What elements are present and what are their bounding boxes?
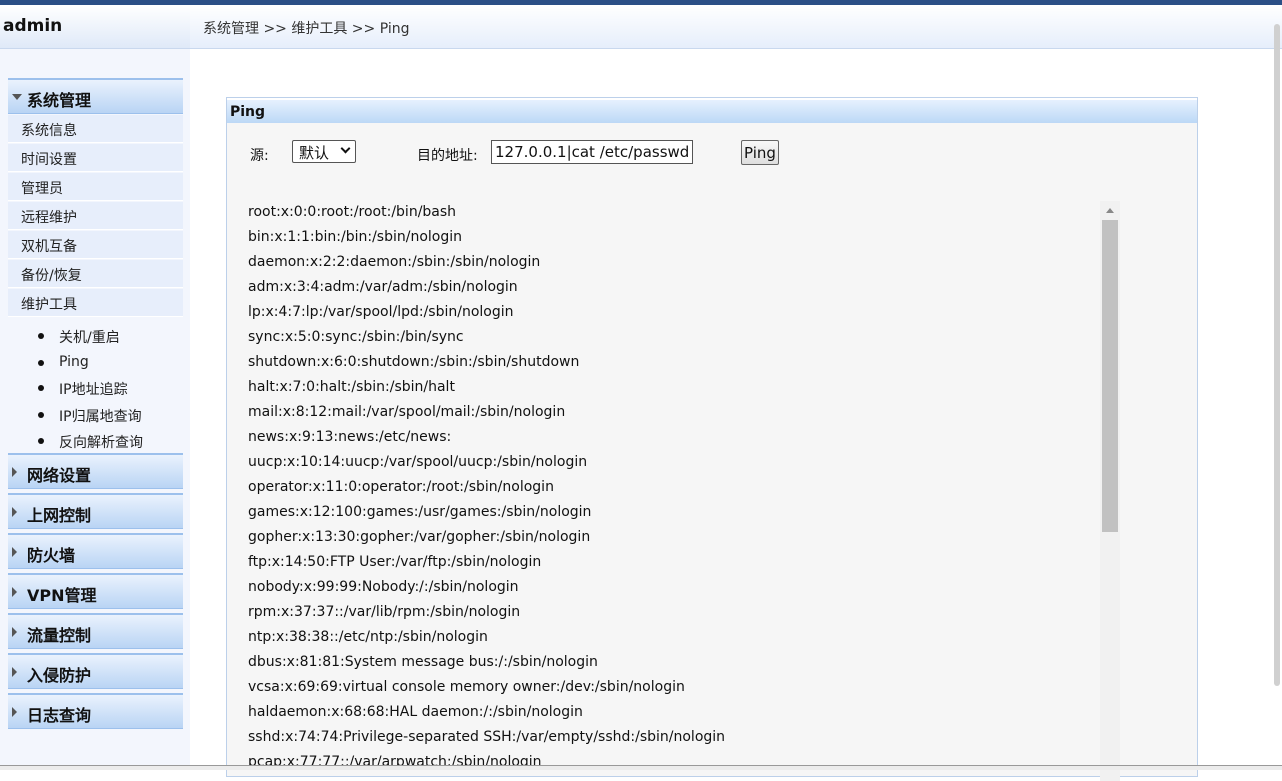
sidebar-item-backup[interactable]: 备份/恢复 — [8, 260, 183, 288]
sidebar-group-label: 系统管理 — [27, 91, 92, 110]
ping-output: root:x:0:0:root:/root:/bin/bash bin:x:1:1… — [248, 201, 1100, 781]
sidebar-item-time[interactable]: 时间设置 — [8, 144, 183, 172]
output-line: shutdown:x:6:0:shutdown:/sbin:/sbin/shut… — [248, 354, 580, 370]
sidebar-item-label: 系统信息 — [21, 123, 77, 139]
output-line: root:x:0:0:root:/root:/bin/bash — [248, 204, 457, 220]
sidebar-group-label: 日志查询 — [27, 706, 92, 725]
page-scrollbar[interactable] — [1274, 24, 1280, 686]
sidebar-subitem-label: IP地址追踪 — [59, 382, 128, 398]
output-line: ntp:x:38:38::/etc/ntp:/sbin/nologin — [248, 629, 488, 645]
scroll-thumb[interactable] — [1102, 220, 1118, 532]
caret-right-icon — [12, 707, 17, 717]
output-line: uucp:x:10:14:uucp:/var/spool/uucp:/sbin/… — [248, 454, 588, 470]
sidebar-item-label: 维护工具 — [21, 297, 77, 313]
caret-down-icon — [12, 94, 22, 100]
sidebar-group-firewall[interactable]: 防火墙 — [8, 533, 183, 569]
destination-input[interactable] — [491, 140, 693, 164]
output-line: dbus:x:81:81:System message bus:/:/sbin/… — [248, 654, 598, 670]
output-line: daemon:x:2:2:daemon:/sbin:/sbin/nologin — [248, 254, 541, 270]
sidebar-item-tools[interactable]: 维护工具 — [8, 289, 183, 317]
output-line: operator:x:11:0:operator:/root:/sbin/nol… — [248, 479, 554, 495]
sidebar-item-system-info[interactable]: 系统信息 — [8, 115, 183, 143]
sidebar-group-logs[interactable]: 日志查询 — [8, 693, 183, 729]
caret-right-icon — [12, 547, 17, 557]
ping-panel: Ping 源: 默认 目的地址: Ping root:x:0:0:root:/r… — [226, 97, 1198, 781]
output-line: games:x:12:100:games:/usr/games:/sbin/no… — [248, 504, 592, 520]
sidebar-group-label: VPN管理 — [27, 586, 97, 605]
output-line: lp:x:4:7:lp:/var/spool/lpd:/sbin/nologin — [248, 304, 514, 320]
sidebar-group-label: 入侵防护 — [27, 666, 92, 685]
output-line: sshd:x:74:74:Privilege-separated SSH:/va… — [248, 729, 726, 745]
sidebar-item-ha[interactable]: 双机互备 — [8, 231, 183, 259]
caret-right-icon — [12, 667, 17, 677]
sidebar-group-label: 流量控制 — [27, 626, 92, 645]
source-select-value: 默认 — [299, 144, 330, 162]
sidebar-item-label: 管理员 — [21, 181, 63, 197]
output-line: haldaemon:x:68:68:HAL daemon:/:/sbin/nol… — [248, 704, 583, 720]
destination-label: 目的地址: — [417, 148, 478, 164]
sidebar-item-label: 时间设置 — [21, 152, 77, 168]
output-line: vcsa:x:69:69:virtual console memory owne… — [248, 679, 685, 695]
panel-title: Ping — [230, 104, 266, 120]
output-line: adm:x:3:4:adm:/var/adm:/sbin/nologin — [248, 279, 518, 295]
source-select[interactable]: 默认 — [292, 140, 356, 163]
output-line: pcap:x:77:77::/var/arpwatch:/sbin/nologi… — [248, 754, 542, 770]
sidebar-item-remote[interactable]: 远程维护 — [8, 202, 183, 230]
output-line: mail:x:8:12:mail:/var/spool/mail:/sbin/n… — [248, 404, 566, 420]
output-line: rpm:x:37:37::/var/lib/rpm:/sbin/nologin — [248, 604, 521, 620]
chevron-down-icon — [340, 143, 351, 154]
output-line: nobody:x:99:99:Nobody:/:/sbin/nologin — [248, 579, 519, 595]
bottom-border — [0, 765, 1282, 770]
username-label: admin — [3, 16, 63, 36]
panel-header: Ping — [227, 98, 1197, 123]
sidebar-item-label: 远程维护 — [21, 210, 77, 226]
sidebar-group-access-control[interactable]: 上网控制 — [8, 493, 183, 529]
output-line: ftp:x:14:50:FTP User:/var/ftp:/sbin/nolo… — [248, 554, 542, 570]
output-line: sync:x:5:0:sync:/sbin:/bin/sync — [248, 329, 464, 345]
sidebar-group-label: 网络设置 — [27, 466, 92, 485]
bullet-icon — [38, 412, 44, 418]
output-line: gopher:x:13:30:gopher:/var/gopher:/sbin/… — [248, 529, 591, 545]
breadcrumb-text: 系统管理 >> 维护工具 >> Ping — [203, 21, 410, 37]
breadcrumb: 系统管理 >> 维护工具 >> Ping — [190, 5, 1282, 49]
sidebar-group-ips[interactable]: 入侵防护 — [8, 653, 183, 689]
sidebar-subitem-label: 关机/重启 — [59, 330, 120, 346]
user-header: admin — [0, 5, 190, 49]
bullet-icon — [38, 333, 44, 339]
sidebar-subitem-label: Ping — [59, 354, 89, 370]
bullet-icon — [38, 438, 44, 444]
sidebar-subitem-label: 反向解析查询 — [59, 435, 143, 451]
caret-right-icon — [12, 507, 17, 517]
source-label: 源: — [250, 148, 269, 164]
output-scrollbar[interactable] — [1100, 201, 1120, 781]
sidebar-group-traffic[interactable]: 流量控制 — [8, 613, 183, 649]
sidebar-group-label: 上网控制 — [27, 506, 92, 525]
sidebar: 系统管理 系统信息 时间设置 管理员 远程维护 双机互备 备份/恢复 维护工具 … — [0, 49, 190, 770]
sidebar-group-label: 防火墙 — [27, 546, 76, 565]
sidebar-subitem-label: IP归属地查询 — [59, 409, 142, 425]
bullet-icon — [38, 385, 44, 391]
sidebar-item-label: 双机互备 — [21, 239, 77, 255]
output-line: bin:x:1:1:bin:/bin:/sbin/nologin — [248, 229, 462, 245]
sidebar-group-network[interactable]: 网络设置 — [8, 453, 183, 489]
bullet-icon — [38, 360, 44, 366]
sidebar-group-system[interactable]: 系统管理 — [8, 78, 183, 114]
scroll-up-arrow-icon[interactable] — [1106, 208, 1114, 213]
caret-right-icon — [12, 467, 17, 477]
output-line: halt:x:7:0:halt:/sbin:/sbin/halt — [248, 379, 455, 395]
ping-button[interactable]: Ping — [741, 140, 779, 165]
sidebar-group-vpn[interactable]: VPN管理 — [8, 573, 183, 609]
caret-right-icon — [12, 587, 17, 597]
caret-right-icon — [12, 627, 17, 637]
output-line: news:x:9:13:news:/etc/news: — [248, 429, 452, 445]
sidebar-item-admin[interactable]: 管理员 — [8, 173, 183, 201]
sidebar-item-label: 备份/恢复 — [21, 268, 82, 284]
